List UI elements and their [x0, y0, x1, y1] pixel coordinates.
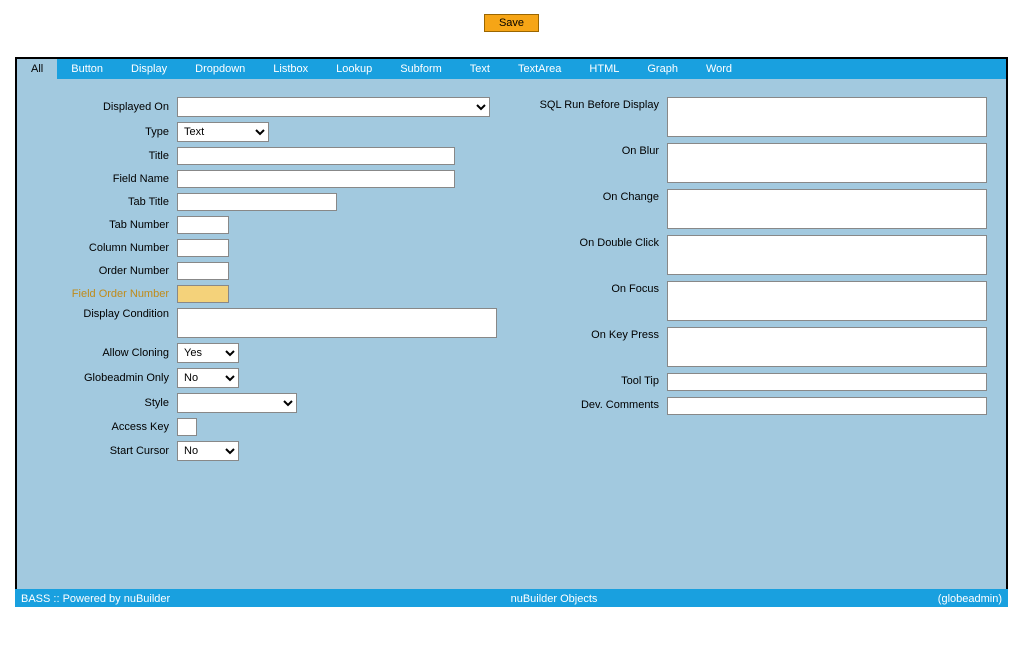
label-field-order-number: Field Order Number: [27, 288, 177, 300]
textarea-sql-run-before[interactable]: [667, 97, 987, 137]
label-style: Style: [27, 397, 177, 409]
label-allow-cloning: Allow Cloning: [27, 347, 177, 359]
tab-graph[interactable]: Graph: [633, 59, 692, 79]
form-panel: All Button Display Dropdown Listbox Look…: [15, 57, 1008, 589]
select-style[interactable]: [177, 393, 297, 413]
input-order-number[interactable]: [177, 262, 229, 280]
textarea-on-key-press[interactable]: [667, 327, 987, 367]
label-order-number: Order Number: [27, 265, 177, 277]
label-tool-tip: Tool Tip: [537, 373, 667, 387]
textarea-on-change[interactable]: [667, 189, 987, 229]
select-displayed-on[interactable]: [177, 97, 490, 117]
save-button[interactable]: Save: [484, 14, 539, 32]
select-start-cursor[interactable]: No: [177, 441, 239, 461]
label-on-focus: On Focus: [537, 281, 667, 295]
textarea-dev-comments[interactable]: [667, 397, 987, 415]
textarea-tool-tip[interactable]: [667, 373, 987, 391]
label-on-change: On Change: [537, 189, 667, 203]
input-access-key[interactable]: [177, 418, 197, 436]
tab-textarea[interactable]: TextArea: [504, 59, 575, 79]
select-type[interactable]: Text: [177, 122, 269, 142]
tab-listbox[interactable]: Listbox: [259, 59, 322, 79]
label-display-condition: Display Condition: [27, 308, 177, 320]
select-globeadmin-only[interactable]: No: [177, 368, 239, 388]
select-allow-cloning[interactable]: Yes: [177, 343, 239, 363]
label-displayed-on: Displayed On: [27, 101, 177, 113]
textarea-on-double-click[interactable]: [667, 235, 987, 275]
footer-center: nuBuilder Objects: [170, 593, 938, 605]
textarea-on-focus[interactable]: [667, 281, 987, 321]
label-on-blur: On Blur: [537, 143, 667, 157]
label-tab-number: Tab Number: [27, 219, 177, 231]
label-column-number: Column Number: [27, 242, 177, 254]
tab-button[interactable]: Button: [57, 59, 117, 79]
tab-dropdown[interactable]: Dropdown: [181, 59, 259, 79]
label-globeadmin-only: Globeadmin Only: [27, 372, 177, 384]
textarea-display-condition[interactable]: [177, 308, 497, 338]
label-title: Title: [27, 150, 177, 162]
tab-all[interactable]: All: [17, 59, 57, 79]
status-bar: BASS :: Powered by nuBuilder nuBuilder O…: [15, 589, 1008, 607]
tab-lookup[interactable]: Lookup: [322, 59, 386, 79]
textarea-on-blur[interactable]: [667, 143, 987, 183]
input-column-number[interactable]: [177, 239, 229, 257]
footer-right: (globeadmin): [938, 593, 1002, 605]
footer-left: BASS :: Powered by nuBuilder: [21, 593, 170, 605]
label-on-double-click: On Double Click: [537, 235, 667, 249]
label-type: Type: [27, 126, 177, 138]
label-on-key-press: On Key Press: [537, 327, 667, 341]
tab-html[interactable]: HTML: [575, 59, 633, 79]
tab-word[interactable]: Word: [692, 59, 746, 79]
input-field-order-number[interactable]: [177, 285, 229, 303]
label-field-name: Field Name: [27, 173, 177, 185]
input-title[interactable]: [177, 147, 455, 165]
label-tab-title: Tab Title: [27, 196, 177, 208]
input-tab-title[interactable]: [177, 193, 337, 211]
tab-subform[interactable]: Subform: [386, 59, 456, 79]
label-start-cursor: Start Cursor: [27, 445, 177, 457]
label-access-key: Access Key: [27, 421, 177, 433]
tab-display[interactable]: Display: [117, 59, 181, 79]
tab-text[interactable]: Text: [456, 59, 504, 79]
tab-bar: All Button Display Dropdown Listbox Look…: [17, 59, 1006, 79]
input-field-name[interactable]: [177, 170, 455, 188]
label-dev-comments: Dev. Comments: [537, 397, 667, 411]
label-sql-run-before: SQL Run Before Display: [537, 97, 667, 111]
input-tab-number[interactable]: [177, 216, 229, 234]
